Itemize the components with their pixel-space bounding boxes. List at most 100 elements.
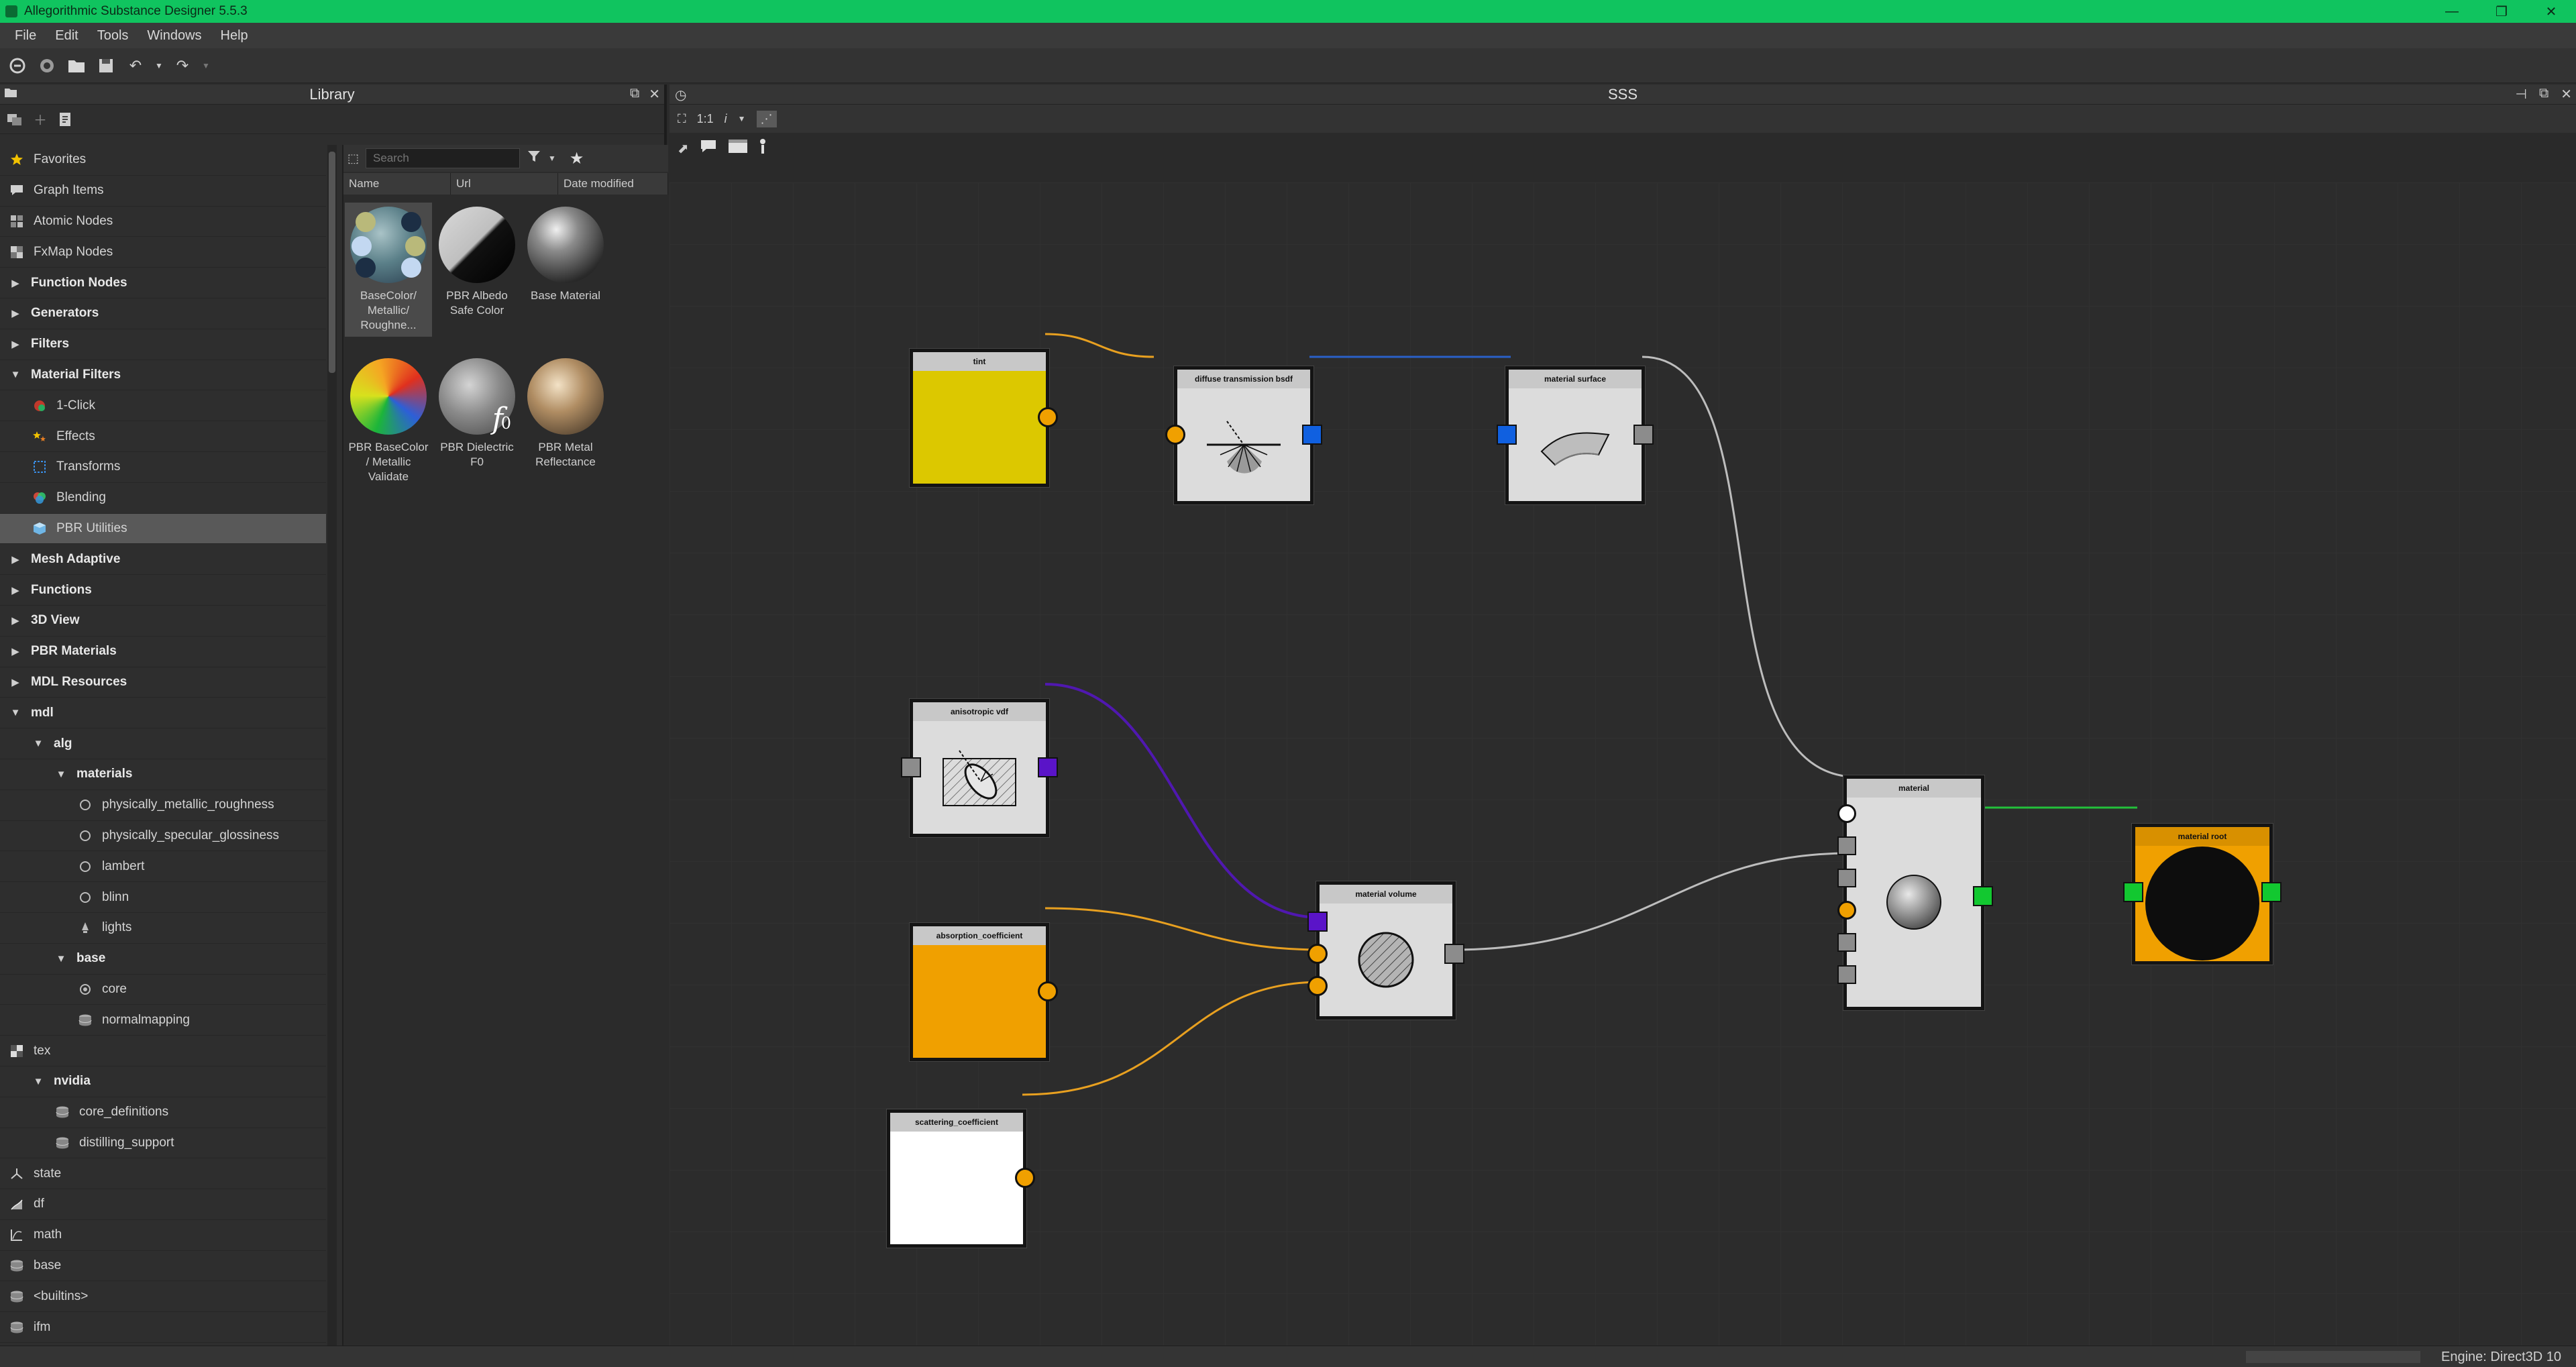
node-dtb-input-port[interactable] bbox=[1165, 425, 1185, 445]
node-avdf-input-port[interactable] bbox=[901, 757, 921, 777]
library-tree-item-base[interactable]: base bbox=[0, 1251, 326, 1282]
collapse-arrow-icon[interactable]: ▼ bbox=[32, 738, 44, 749]
node-material-input-port-6[interactable] bbox=[1837, 965, 1856, 984]
library-tree-scrollbar[interactable] bbox=[327, 145, 337, 1346]
library-tree-item-lambert[interactable]: lambert bbox=[0, 851, 326, 883]
library-tree-item-graph-items[interactable]: Graph Items bbox=[0, 176, 326, 207]
close-panel-icon[interactable]: ✕ bbox=[649, 86, 660, 103]
node-volume-input-port-1[interactable] bbox=[1307, 912, 1328, 932]
graph-history-icon[interactable]: ◷ bbox=[675, 87, 686, 103]
library-tree-item-ifm[interactable]: ifm bbox=[0, 1312, 326, 1344]
library-folders-icon[interactable] bbox=[5, 110, 24, 129]
library-tree-item-effects[interactable]: Effects bbox=[0, 421, 326, 452]
library-tree-item-lights[interactable]: lights bbox=[0, 913, 326, 944]
library-tree-item-mesh-adaptive[interactable]: ▶ Mesh Adaptive bbox=[0, 544, 326, 576]
node-surface-output-port[interactable] bbox=[1633, 425, 1654, 445]
menu-help[interactable]: Help bbox=[211, 28, 258, 44]
undo-dropdown-icon[interactable]: ▼ bbox=[154, 55, 164, 76]
node-material-input-port-2[interactable] bbox=[1837, 836, 1856, 855]
library-tree-item-mdl-resources[interactable]: ▶ MDL Resources bbox=[0, 667, 326, 698]
library-tree-item-filters[interactable]: ▶ Filters bbox=[0, 329, 326, 360]
expand-arrow-icon[interactable]: ▶ bbox=[9, 645, 21, 657]
column-url[interactable]: Url bbox=[451, 173, 558, 195]
library-search-input[interactable] bbox=[366, 148, 521, 168]
menu-tools[interactable]: Tools bbox=[88, 28, 138, 44]
filter-icon[interactable] bbox=[527, 149, 541, 168]
redo-dropdown-icon[interactable]: ▼ bbox=[201, 55, 211, 76]
new-substance-icon[interactable] bbox=[7, 55, 28, 76]
library-tree-item-alg[interactable]: ▼ alg bbox=[0, 728, 326, 759]
node-tint-output-port[interactable] bbox=[1038, 407, 1058, 427]
node-volume-input-port-3[interactable] bbox=[1307, 976, 1328, 996]
node-anisotropic-vdf[interactable]: anisotropic vdf bbox=[901, 699, 1058, 837]
node-material-surface[interactable]: material surface bbox=[1497, 366, 1654, 504]
node-scattering-coefficient[interactable]: scattering_coefficient bbox=[887, 1109, 1035, 1248]
library-tree-item-functions[interactable]: ▶ Functions bbox=[0, 575, 326, 606]
expand-arrow-icon[interactable]: ▶ bbox=[9, 277, 21, 289]
undo-icon[interactable]: ↶ bbox=[125, 55, 146, 76]
add-pin-icon[interactable] bbox=[759, 138, 767, 158]
collapse-arrow-icon[interactable]: ▼ bbox=[32, 1076, 44, 1087]
add-comment-icon[interactable] bbox=[700, 139, 717, 158]
library-tree-item-generators[interactable]: ▶ Generators bbox=[0, 298, 326, 329]
node-material-input-port-4[interactable] bbox=[1837, 901, 1856, 920]
node-material-input-port-3[interactable] bbox=[1837, 869, 1856, 887]
library-tree-item-df[interactable]: df bbox=[0, 1189, 326, 1220]
library-tree-item-tex[interactable]: tex bbox=[0, 1036, 326, 1067]
node-avdf-output-port[interactable] bbox=[1038, 757, 1058, 777]
library-tree-item-builtins[interactable]: <builtins> bbox=[0, 1281, 326, 1313]
library-tree-item-fxmap-nodes[interactable]: FxMap Nodes bbox=[0, 237, 326, 268]
node-material-root[interactable]: material root bbox=[2123, 824, 2282, 965]
expand-arrow-icon[interactable]: ▶ bbox=[9, 614, 21, 626]
library-tree-item-pbr-utilities[interactable]: PBR Utilities bbox=[0, 513, 326, 545]
library-tree-item-blending[interactable]: Blending bbox=[0, 483, 326, 514]
library-tree-item-material-filters[interactable]: ▼ Material Filters bbox=[0, 360, 326, 391]
collapse-arrow-icon[interactable]: ▼ bbox=[55, 953, 67, 965]
library-tree-item-distilling-support[interactable]: distilling_support bbox=[0, 1128, 326, 1159]
library-tree-item-nvidia[interactable]: ▼ nvidia bbox=[0, 1067, 326, 1097]
node-root-input-port[interactable] bbox=[2123, 882, 2143, 902]
new-graph-icon[interactable] bbox=[36, 55, 58, 76]
library-tree-item-pbr-materials[interactable]: ▶ PBR Materials bbox=[0, 637, 326, 667]
library-tree-item-state[interactable]: state bbox=[0, 1158, 326, 1190]
library-tree-item-atomic-nodes[interactable]: Atomic Nodes bbox=[0, 207, 326, 237]
library-tree-item-favorites[interactable]: Favorites bbox=[0, 145, 326, 176]
expand-arrow-icon[interactable]: ▶ bbox=[9, 553, 21, 565]
menu-file[interactable]: File bbox=[5, 28, 46, 44]
library-tree-item-blinn[interactable]: blinn bbox=[0, 882, 326, 913]
node-volume-input-port-2[interactable] bbox=[1307, 944, 1328, 964]
library-tree-item-function-nodes[interactable]: ▶ Function Nodes bbox=[0, 268, 326, 298]
add-icon[interactable]: ＋ bbox=[31, 110, 50, 129]
node-material-input-port-1[interactable] bbox=[1837, 804, 1856, 823]
library-thumbnail-metal[interactable]: PBR Metal Reflectance bbox=[522, 354, 609, 474]
float-panel-icon[interactable]: ⧉ bbox=[630, 86, 639, 103]
add-frame-icon[interactable] bbox=[728, 139, 748, 158]
menu-edit[interactable]: Edit bbox=[46, 28, 87, 44]
open-external-icon[interactable]: ⬈ bbox=[678, 140, 689, 157]
collapse-arrow-icon[interactable]: ▼ bbox=[9, 369, 21, 380]
library-tree-item-physically-metallic-roughness[interactable]: physically_metallic_roughness bbox=[0, 790, 326, 821]
library-tree-item-mdl[interactable]: ▼ mdl bbox=[0, 698, 326, 729]
close-window-button[interactable]: ✕ bbox=[2526, 0, 2576, 23]
restore-button[interactable]: ❐ bbox=[2477, 0, 2526, 23]
close-graph-icon[interactable]: ✕ bbox=[2561, 86, 2572, 103]
node-absorption-coefficient[interactable]: absorption_coefficient bbox=[910, 923, 1058, 1061]
grid-snap-icon[interactable]: ⋰ bbox=[756, 110, 777, 127]
node-scattering-output-port[interactable] bbox=[1015, 1168, 1035, 1188]
edit-library-icon[interactable] bbox=[56, 110, 75, 129]
favorite-star-icon[interactable]: ★ bbox=[570, 149, 584, 168]
library-tree-item-base[interactable]: ▼ base bbox=[0, 944, 326, 975]
info-icon[interactable]: i bbox=[724, 112, 727, 126]
node-material-input-port-5[interactable] bbox=[1837, 933, 1856, 952]
fit-view-icon[interactable]: ⛶ bbox=[678, 112, 686, 126]
expand-arrow-icon[interactable]: ▶ bbox=[9, 338, 21, 350]
pin-panel-icon[interactable]: ⊣ bbox=[2516, 86, 2527, 103]
library-tree-item-1-click[interactable]: 1-Click bbox=[0, 390, 326, 422]
zoom-reset-button[interactable]: 1:1 bbox=[697, 112, 714, 126]
library-tree-item-normalmapping[interactable]: normalmapping bbox=[0, 1005, 326, 1036]
node-volume-output-port[interactable] bbox=[1444, 944, 1464, 964]
library-thumbnail-basematerial[interactable]: Base Material bbox=[522, 203, 609, 307]
collapse-arrow-icon[interactable]: ▼ bbox=[55, 769, 67, 780]
node-surface-input-port[interactable] bbox=[1497, 425, 1517, 445]
collapse-arrow-icon[interactable]: ▼ bbox=[9, 707, 21, 718]
